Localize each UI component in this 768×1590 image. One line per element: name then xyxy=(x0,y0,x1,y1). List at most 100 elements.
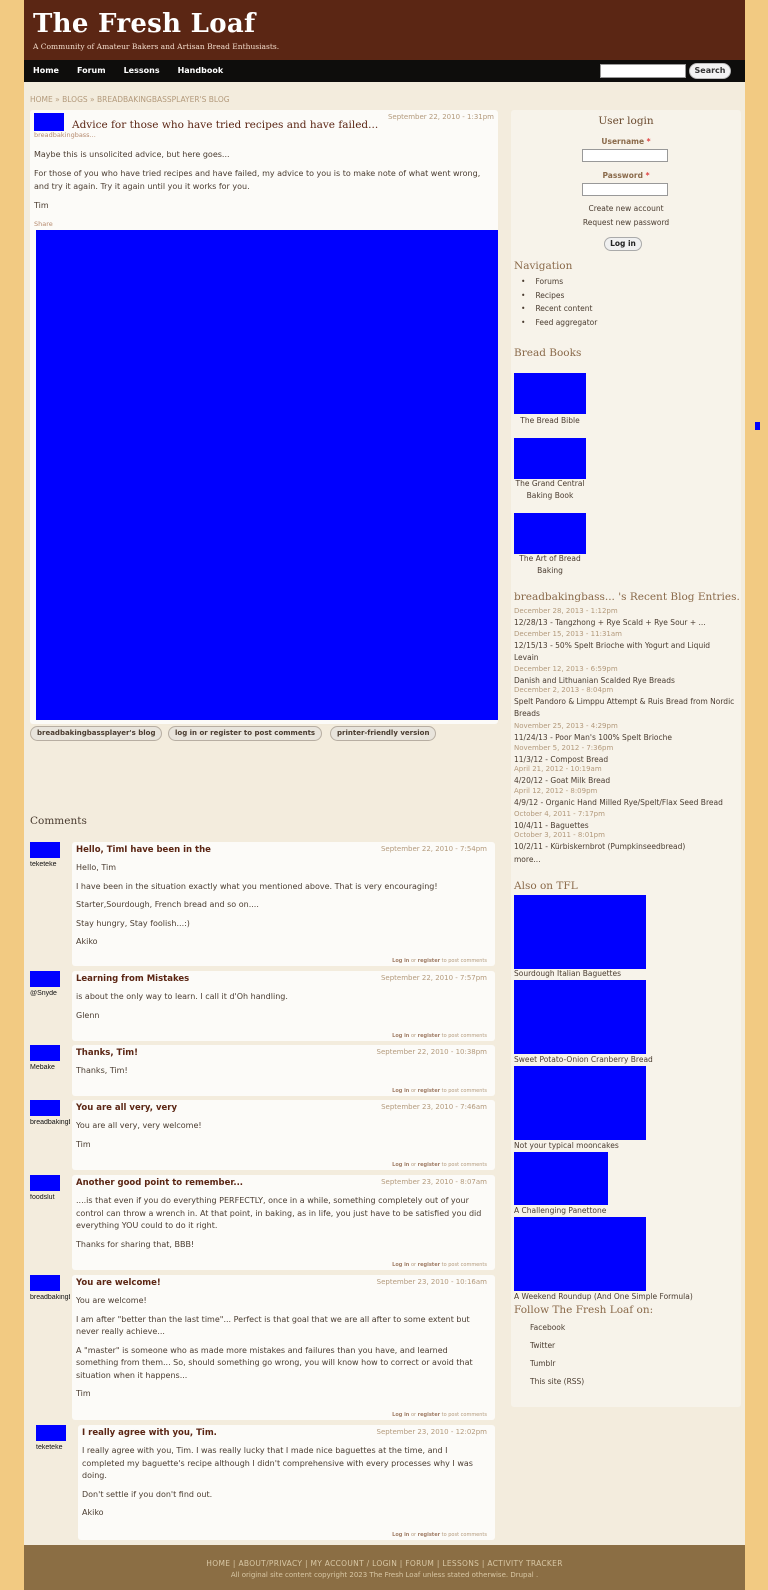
entry-link[interactable]: 12/15/13 - 50% Spelt Brioche with Yogurt… xyxy=(514,640,736,664)
username-field[interactable] xyxy=(582,149,668,162)
follow-rss[interactable]: This site (RSS) xyxy=(530,1377,584,1386)
login-link[interactable]: Log in xyxy=(392,1532,409,1538)
comment-author[interactable]: @Snyde xyxy=(30,990,70,997)
comment-paragraph: Akiko xyxy=(76,937,98,946)
comment-title[interactable]: I really agree with you, Tim. xyxy=(82,1428,217,1438)
register-link[interactable]: register xyxy=(418,958,440,964)
more-link[interactable]: more... xyxy=(514,854,736,866)
book-cover[interactable] xyxy=(514,513,586,554)
login-link[interactable]: Log in xyxy=(392,958,409,964)
footer-links[interactable]: HOME | ABOUT/PRIVACY | MY ACCOUNT / LOGI… xyxy=(24,1559,745,1568)
comment-author[interactable]: Mebake xyxy=(30,1064,70,1071)
comment-date: September 23, 2010 - 10:16am xyxy=(376,1278,487,1286)
login-link[interactable]: Log in xyxy=(392,1033,409,1039)
register-link[interactable]: register xyxy=(418,1162,440,1168)
comment-title[interactable]: Learning from Mistakes xyxy=(76,974,189,984)
book-cover[interactable] xyxy=(514,438,586,479)
sidebar-item-feed-aggregator[interactable]: Feed aggregator xyxy=(521,318,597,327)
also-image[interactable] xyxy=(514,980,646,1054)
sidebar-item-recent-content[interactable]: Recent content xyxy=(521,304,592,313)
comment-title[interactable]: Hello, TimI have been in the xyxy=(76,845,211,855)
comment-author[interactable]: teketeke xyxy=(36,1444,76,1451)
breadcrumb[interactable]: HOME » BLOGS » BREADBAKINGBASSPLAYER'S B… xyxy=(30,95,230,104)
also-image[interactable] xyxy=(514,1066,646,1140)
register-link[interactable]: register xyxy=(418,1412,440,1418)
comment-avatar[interactable] xyxy=(30,1275,60,1291)
comment-avatar[interactable] xyxy=(36,1425,66,1441)
author-avatar[interactable] xyxy=(34,113,64,131)
page-wrapper: The Fresh Loaf A Community of Amateur Ba… xyxy=(24,0,745,1590)
follow-facebook[interactable]: Facebook xyxy=(530,1323,565,1332)
comment-avatar[interactable] xyxy=(30,842,60,858)
comment-paragraph: Starter,Sourdough, French bread and so o… xyxy=(76,900,259,909)
follow-tumblr[interactable]: Tumblr xyxy=(530,1359,555,1368)
also-image[interactable] xyxy=(514,895,646,969)
recent-entries-title: breadbakingbass... 's Recent Blog Entrie… xyxy=(514,591,740,603)
search-button[interactable]: Search xyxy=(689,63,731,79)
password-field[interactable] xyxy=(582,183,668,196)
comment-title[interactable]: Another good point to remember... xyxy=(76,1178,243,1188)
entry-link[interactable]: 4/9/12 - Organic Hand Milled Rye/Spelt/F… xyxy=(514,797,736,809)
request-password-link[interactable]: Request new password xyxy=(511,218,741,227)
comment-avatar[interactable] xyxy=(30,971,60,987)
scroll-indicator[interactable] xyxy=(755,422,760,430)
site-header: The Fresh Loaf A Community of Amateur Ba… xyxy=(24,0,745,60)
comment-body: Thanks, Tim! xyxy=(76,1065,489,1084)
login-to-comment-button[interactable]: log in or register to post comments xyxy=(168,726,323,741)
entry-link[interactable]: 10/2/11 - Kürbiskernbrot (Pumpkinseedbre… xyxy=(514,841,736,853)
book-title[interactable]: The Art of Bread Baking xyxy=(514,553,586,577)
comment-author[interactable]: foodslut xyxy=(30,1194,70,1201)
also-link[interactable]: A Weekend Roundup (And One Simple Formul… xyxy=(514,1292,693,1301)
comment-title[interactable]: You are all very, very xyxy=(76,1103,177,1113)
book-title[interactable]: The Grand Central Baking Book xyxy=(514,478,586,502)
also-link[interactable]: Sourdough Italian Baguettes xyxy=(514,969,621,978)
comment-title[interactable]: Thanks, Tim! xyxy=(76,1048,138,1058)
register-link[interactable]: register xyxy=(418,1033,440,1039)
register-link[interactable]: register xyxy=(418,1088,440,1094)
also-link[interactable]: Sweet Potato-Onion Cranberry Bread xyxy=(514,1055,653,1064)
nav-handbook[interactable]: Handbook xyxy=(178,60,224,82)
sidebar-item-forums[interactable]: Forums xyxy=(521,277,563,286)
comment-avatar[interactable] xyxy=(30,1100,60,1116)
login-link[interactable]: Log in xyxy=(392,1412,409,1418)
follow-twitter[interactable]: Twitter xyxy=(530,1341,555,1350)
comment-avatar[interactable] xyxy=(30,1175,60,1191)
comment-title[interactable]: You are welcome! xyxy=(76,1278,161,1288)
login-link[interactable]: Log in xyxy=(392,1262,409,1268)
login-link[interactable]: Log in xyxy=(392,1162,409,1168)
comment-author[interactable]: teketeke xyxy=(30,861,70,868)
comment-avatar[interactable] xyxy=(30,1045,60,1061)
share-link[interactable]: Share xyxy=(34,220,53,228)
post-comments-text: to post comments xyxy=(441,1532,487,1538)
register-link[interactable]: register xyxy=(418,1532,440,1538)
nav-home[interactable]: Home xyxy=(33,60,59,82)
also-image[interactable] xyxy=(514,1152,608,1205)
post-comments-text: to post comments xyxy=(441,1033,487,1039)
book-cover[interactable] xyxy=(514,373,586,414)
login-button[interactable]: Log in xyxy=(604,237,642,251)
comment-author[interactable]: breadbakingbassplayer xyxy=(30,1294,70,1301)
also-link[interactable]: A Challenging Panettone xyxy=(514,1206,606,1215)
also-link[interactable]: Not your typical mooncakes xyxy=(514,1141,619,1150)
nav-lessons[interactable]: Lessons xyxy=(124,60,160,82)
site-name[interactable]: The Fresh Loaf xyxy=(33,9,736,39)
entry-date: December 15, 2013 - 11:31am xyxy=(514,630,622,638)
sidebar-item-recipes[interactable]: Recipes xyxy=(521,291,564,300)
also-image[interactable] xyxy=(514,1217,646,1291)
login-link[interactable]: Log in xyxy=(392,1088,409,1094)
entry-link[interactable]: 11/24/13 - Poor Man's 100% Spelt Brioche xyxy=(514,732,736,744)
register-link[interactable]: register xyxy=(418,1262,440,1268)
search-input[interactable] xyxy=(600,64,686,78)
create-account-link[interactable]: Create new account xyxy=(511,204,741,213)
printer-friendly-button[interactable]: printer-friendly version xyxy=(330,726,437,741)
comment-author[interactable]: breadbakingbassplayer xyxy=(30,1119,70,1126)
blog-link-button[interactable]: breadbakingbassplayer's blog xyxy=(30,726,163,741)
entry-link[interactable]: 4/20/12 - Goat Milk Bread xyxy=(514,775,736,787)
comment-links: Log in or register to post comments xyxy=(392,1532,487,1538)
site-footer: HOME | ABOUT/PRIVACY | MY ACCOUNT / LOGI… xyxy=(24,1545,745,1590)
book-title[interactable]: The Bread Bible xyxy=(514,415,586,427)
post-author[interactable]: breadbakingbass... xyxy=(34,131,96,139)
entry-link[interactable]: 12/28/13 - Tangzhong + Rye Scald + Rye S… xyxy=(514,617,736,629)
entry-link[interactable]: Spelt Pandoro & Limppu Attempt & Ruis Br… xyxy=(514,696,736,720)
nav-forum[interactable]: Forum xyxy=(77,60,106,82)
